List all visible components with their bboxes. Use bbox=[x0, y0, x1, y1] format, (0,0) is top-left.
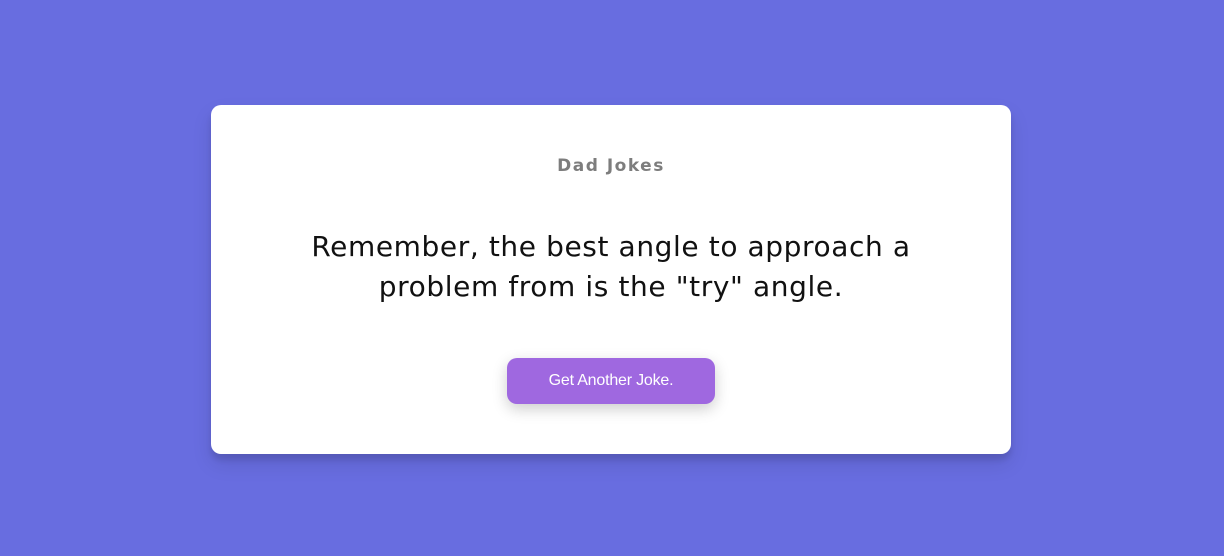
get-another-joke-button[interactable]: Get Another Joke. bbox=[507, 358, 715, 404]
page-title: Dad Jokes bbox=[557, 156, 665, 176]
joke-text: Remember, the best angle to approach a p… bbox=[311, 230, 911, 303]
joke-card: Dad Jokes Remember, the best angle to ap… bbox=[211, 105, 1011, 454]
